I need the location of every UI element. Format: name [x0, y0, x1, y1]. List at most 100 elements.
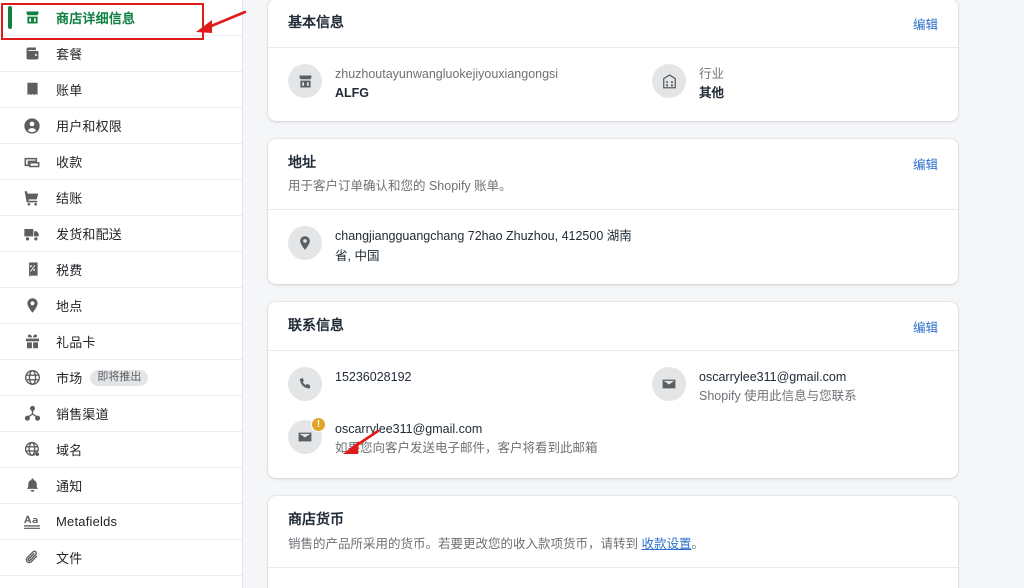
currency-select-label: 商店货币 — [288, 584, 721, 588]
store-currency-subtitle-suffix: 。 — [691, 536, 705, 551]
sidebar-item-label: Metafields — [56, 514, 118, 529]
address-card: 地址 用于客户订单确认和您的 Shopify 账单。 编辑 changjiang… — [268, 138, 958, 284]
location-pin-icon — [288, 226, 322, 261]
paperclip-icon — [22, 548, 42, 568]
receipt-icon — [22, 80, 42, 100]
store-currency-body: 商店货币 美元 (USD) 更改格式 — [268, 568, 958, 588]
truck-icon — [22, 224, 42, 244]
address-header: 地址 用于客户订单确认和您的 Shopify 账单。 编辑 — [268, 139, 958, 211]
phone-icon — [288, 366, 322, 401]
address-title: 地址 — [288, 153, 316, 170]
envelope-icon — [652, 366, 686, 401]
sidebar-item-label: 发货和配送 — [56, 227, 123, 242]
store-handle-value: ALFG — [335, 85, 370, 100]
warning-badge-icon: ! — [311, 417, 326, 433]
user-icon — [22, 116, 42, 136]
sidebar-item-sales-channels[interactable]: 销售渠道 — [0, 396, 242, 432]
contact-info-card: 联系信息 编辑 15236028192 oscarrylee311@gmail.… — [268, 301, 958, 478]
contact-top-row: 15236028192 oscarrylee311@gmail.com Shop… — [288, 366, 938, 406]
store-icon — [22, 8, 42, 28]
sidebar-item-label: 通知 — [56, 479, 83, 494]
account-email-hint: Shopify 使用此信息与您联系 — [699, 388, 857, 403]
address-edit-link[interactable]: 编辑 — [913, 154, 938, 173]
sidebar-item-notifications[interactable]: 通知 — [0, 468, 242, 504]
basic-info-card: 基本信息 编辑 zhuzhoutayunwangluokejiyouxiango… — [268, 0, 958, 121]
sidebar-item-users-permissions[interactable]: 用户和权限 — [0, 108, 242, 144]
address-body: changjiangguangchang 72hao Zhuzhou, 4125… — [268, 210, 958, 284]
payments-icon — [22, 152, 42, 172]
metafields-icon — [22, 512, 42, 532]
sender-email-value: oscarrylee311@gmail.com — [335, 422, 483, 437]
sidebar-item-gift-cards[interactable]: 礼品卡 — [0, 324, 242, 360]
sender-email-hint: 如果您向客户发送电子邮件，客户将看到此邮箱 — [335, 441, 598, 456]
sidebar-item-label: 市场 — [56, 371, 83, 386]
currency-select-group: 商店货币 美元 (USD) — [288, 584, 721, 588]
active-accent-bar — [8, 6, 12, 29]
contact-info-edit-link[interactable]: 编辑 — [913, 317, 938, 336]
sidebar-item-label: 商店详细信息 — [56, 11, 136, 26]
phone-field: 15236028192 — [288, 366, 652, 406]
gift-card-icon — [22, 332, 42, 352]
address-value-line2: 省, 中国 — [335, 248, 380, 263]
sidebar-item-label: 地点 — [56, 299, 83, 314]
store-name-value: zhuzhoutayunwangluokejiyouxiangongsi — [335, 67, 559, 81]
sidebar-item-billing[interactable]: 账单 — [0, 72, 242, 108]
contact-info-header: 联系信息 编辑 — [268, 302, 958, 351]
contact-info-body: 15236028192 oscarrylee311@gmail.com Shop… — [268, 351, 958, 478]
sidebar-item-store-details[interactable]: 商店详细信息 — [0, 0, 242, 36]
sidebar-item-markets[interactable]: 市场 即将推出 — [0, 360, 242, 396]
globe-icon — [22, 368, 42, 388]
store-currency-subtitle-text: 销售的产品所采用的货币。若要更改您的收入款项货币，请转到 — [288, 536, 642, 551]
sidebar-item-label: 税费 — [56, 263, 83, 278]
industry-value: 其他 — [699, 85, 725, 100]
coming-soon-badge: 即将推出 — [90, 369, 149, 386]
store-currency-card: 商店货币 销售的产品所采用的货币。若要更改您的收入款项货币，请转到 收款设置。 … — [268, 495, 958, 588]
envelope-icon: ! — [288, 417, 326, 455]
sidebar-item-label: 账单 — [56, 83, 83, 98]
sidebar-item-metafields[interactable]: Metafields — [0, 504, 242, 540]
basic-info-header: 基本信息 编辑 — [268, 0, 958, 48]
sidebar-item-label: 域名 — [56, 443, 83, 458]
sidebar-item-label: 收款 — [56, 155, 83, 170]
wallet-icon — [22, 44, 42, 64]
phone-value: 15236028192 — [335, 369, 412, 384]
store-currency-header: 商店货币 销售的产品所采用的货币。若要更改您的收入款项货币，请转到 收款设置。 — [268, 496, 958, 568]
basic-info-edit-link[interactable]: 编辑 — [913, 14, 938, 33]
address-field: changjiangguangchang 72hao Zhuzhou, 4125… — [288, 226, 938, 266]
app-root: 商店详细信息 套餐 账单 用户和权限 收款 结账 发货和配送 税费 地点 礼品卡… — [0, 0, 1024, 588]
domain-globe-icon — [22, 440, 42, 460]
sidebar-item-payments[interactable]: 收款 — [0, 144, 242, 180]
basic-info-title: 基本信息 — [288, 14, 344, 30]
sidebar-item-label: 结账 — [56, 191, 83, 206]
industry-label: 行业 — [699, 67, 725, 81]
store-icon — [288, 64, 322, 98]
sidebar-item-plan[interactable]: 套餐 — [0, 36, 242, 72]
industry-building-icon — [652, 64, 686, 98]
basic-info-body: zhuzhoutayunwangluokejiyouxiangongsi ALF… — [268, 48, 958, 121]
sidebar-item-label: 礼品卡 — [56, 335, 96, 350]
location-pin-icon — [22, 296, 42, 316]
sidebar-item-label: 文件 — [56, 551, 83, 566]
sidebar-item-files[interactable]: 文件 — [0, 540, 242, 576]
main-content: 基本信息 编辑 zhuzhoutayunwangluokejiyouxiango… — [243, 0, 1024, 588]
store-name-field: zhuzhoutayunwangluokejiyouxiangongsi ALF… — [288, 64, 652, 103]
address-value-line1: changjiangguangchang 72hao Zhuzhou, 4125… — [335, 229, 632, 244]
store-currency-subtitle: 销售的产品所采用的货币。若要更改您的收入款项货币，请转到 收款设置。 — [288, 535, 704, 553]
settings-sidebar: 商店详细信息 套餐 账单 用户和权限 收款 结账 发货和配送 税费 地点 礼品卡… — [0, 0, 243, 588]
contact-info-title: 联系信息 — [288, 316, 344, 333]
store-currency-title: 商店货币 — [288, 510, 344, 527]
payment-settings-link[interactable]: 收款设置 — [641, 537, 691, 551]
sidebar-item-shipping-delivery[interactable]: 发货和配送 — [0, 216, 242, 252]
account-email-field: oscarrylee311@gmail.com Shopify 使用此信息与您联… — [652, 366, 938, 406]
sidebar-item-taxes[interactable]: 税费 — [0, 252, 242, 288]
sidebar-item-label: 用户和权限 — [56, 119, 123, 134]
sidebar-item-label: 套餐 — [56, 47, 83, 62]
sidebar-item-label: 销售渠道 — [56, 407, 109, 422]
bell-icon — [22, 476, 42, 496]
account-email-value: oscarrylee311@gmail.com — [699, 369, 847, 384]
sales-channel-icon — [22, 404, 42, 424]
sidebar-item-checkout[interactable]: 结账 — [0, 180, 242, 216]
sender-email-field: ! oscarrylee311@gmail.com 如果您向客户发送电子邮件，客… — [288, 417, 938, 458]
sidebar-item-locations[interactable]: 地点 — [0, 288, 242, 324]
sidebar-item-domains[interactable]: 域名 — [0, 432, 242, 468]
